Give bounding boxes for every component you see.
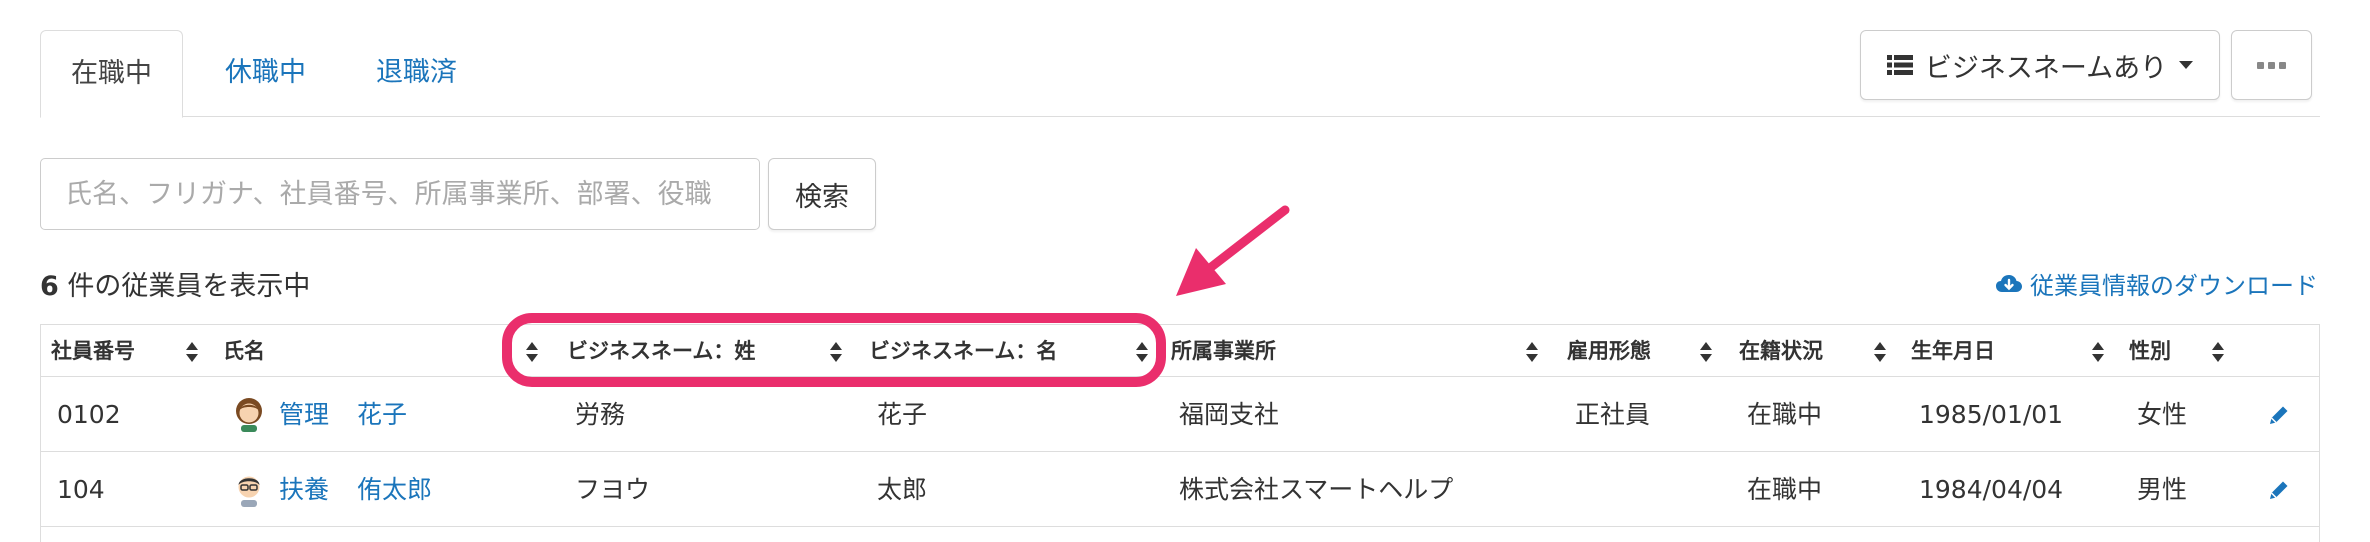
cell-office: 株式会社スマートヘルプ — [1179, 475, 1454, 504]
tab-on-leave[interactable]: 休職中 — [195, 30, 336, 118]
cell-employment-type: 正社員 — [1575, 400, 1651, 429]
header-employment-type: 雇用形態 — [1567, 339, 1651, 363]
table-row: 0102 管理 花子 労務 花子 福岡支社 正社員 在職中 1985/01/01 … — [41, 377, 2319, 452]
cell-business-last-name: 労務 — [575, 400, 626, 429]
list-icon — [1886, 55, 1913, 75]
employee-count-number: 6 — [40, 271, 59, 302]
employee-first-name[interactable]: 花子 — [357, 400, 407, 429]
search-input[interactable] — [40, 158, 760, 230]
cell-gender: 女性 — [2137, 400, 2188, 429]
employee-first-name[interactable]: 侑太郎 — [357, 475, 432, 504]
employee-table: 社員番号 氏名 ビジネスネーム：姓 ビジネスネーム：名 所属事業所 雇用形態 在… — [40, 324, 2320, 542]
cell-employee-id: 0102 — [57, 400, 121, 429]
employee-last-name[interactable]: 管理 — [279, 400, 329, 429]
view-mode-label: ビジネスネームあり — [1924, 52, 2168, 84]
cell-status: 在職中 — [1747, 400, 1823, 429]
cell-status: 在職中 — [1747, 475, 1823, 504]
employee-count-text: 件の従業員を表示中 — [58, 271, 311, 302]
sort-icon[interactable] — [2211, 341, 2225, 363]
header-office: 所属事業所 — [1171, 339, 1276, 363]
header-name: 氏名 — [223, 339, 265, 363]
sort-icon[interactable] — [1525, 341, 1539, 363]
search-button[interactable]: 検索 — [768, 158, 876, 230]
ellipsis-icon — [2257, 61, 2286, 69]
more-options-button[interactable] — [2231, 30, 2312, 100]
pencil-icon[interactable] — [2267, 403, 2291, 427]
download-link[interactable]: 従業員情報のダウンロード — [1996, 266, 2318, 301]
caret-down-icon — [2179, 61, 2194, 69]
cell-business-first-name: 太郎 — [877, 475, 928, 504]
header-status: 在籍状況 — [1739, 339, 1823, 363]
cloud-download-icon — [1996, 274, 2022, 292]
header-gender: 性別 — [2129, 339, 2171, 363]
sort-icon[interactable] — [2091, 341, 2105, 363]
download-label: 従業員情報のダウンロード — [2030, 272, 2318, 300]
cell-gender: 男性 — [2137, 475, 2188, 504]
table-header: 社員番号 氏名 ビジネスネーム：姓 ビジネスネーム：名 所属事業所 雇用形態 在… — [41, 325, 2319, 377]
tab-active[interactable]: 在職中 — [40, 30, 183, 118]
employee-count: 6 件の従業員を表示中 — [40, 264, 310, 303]
cell-employee-id: 104 — [57, 475, 105, 504]
cell-birthdate: 1984/04/04 — [1919, 475, 2064, 504]
tab-retired[interactable]: 退職済 — [346, 30, 487, 118]
table-row: 104 扶養 侑太郎 フヨウ 太郎 株式会社スマートヘルプ 在職中 1984/04… — [41, 452, 2319, 527]
highlight-annotation — [502, 313, 1166, 387]
sort-icon[interactable] — [185, 341, 199, 363]
header-employee-id: 社員番号 — [51, 339, 135, 363]
employee-last-name[interactable]: 扶養 — [279, 475, 329, 504]
employee-name-link[interactable]: 扶養 侑太郎 — [279, 452, 432, 527]
avatar-male-icon — [238, 476, 260, 507]
cell-birthdate: 1985/01/01 — [1919, 400, 2064, 429]
pencil-icon[interactable] — [2267, 478, 2291, 502]
cell-business-first-name: 花子 — [877, 400, 928, 429]
view-mode-dropdown[interactable]: ビジネスネームあり — [1860, 30, 2220, 100]
sort-icon[interactable] — [1873, 341, 1887, 363]
cell-office: 福岡支社 — [1179, 400, 1280, 429]
employee-name-link[interactable]: 管理 花子 — [279, 377, 407, 452]
header-birthdate: 生年月日 — [1911, 339, 1995, 363]
sort-icon[interactable] — [1699, 341, 1713, 363]
cell-business-last-name: フヨウ — [575, 475, 651, 504]
avatar-female-icon — [236, 398, 262, 432]
